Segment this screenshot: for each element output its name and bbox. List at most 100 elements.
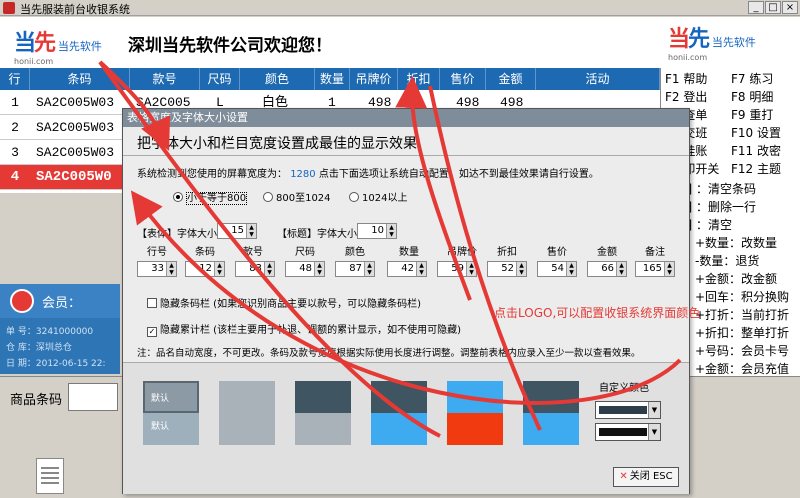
shortcut-f8[interactable]: F8 明细 — [731, 88, 773, 105]
spinner-arrows-icon[interactable]: ▲ ▼ — [416, 262, 426, 276]
document-icon[interactable] — [36, 458, 64, 494]
dropdown-arrow-icon[interactable]: ▼ — [648, 402, 660, 418]
color-bar — [599, 406, 647, 414]
col-header-style[interactable]: 款号 — [130, 68, 200, 90]
col-width-spinner[interactable]: 59 ▲ ▼ — [437, 261, 477, 277]
col-width-spinner[interactable]: 87 ▲ ▼ — [335, 261, 375, 277]
spinner-arrows-icon[interactable]: ▲ ▼ — [166, 262, 176, 276]
close-button[interactable]: × — [782, 1, 798, 14]
custom-color-select-1[interactable]: ▼ — [595, 401, 661, 419]
spinner-arrows-icon[interactable]: ▲ ▼ — [664, 262, 674, 276]
custom-color-select-2[interactable]: ▼ — [595, 423, 661, 441]
radio-label: 小于等于800 — [186, 192, 248, 205]
logo-mark-right-a: 当 — [668, 26, 690, 52]
col-width-label: 条码 — [195, 247, 215, 258]
theme-swatch-slate[interactable] — [295, 381, 351, 445]
theme-swatch-default[interactable]: 默认 默认 — [143, 381, 199, 445]
title-font-spinner[interactable]: 10 ▲ ▼ — [357, 223, 397, 239]
theme-swatch-blue-red[interactable] — [447, 381, 503, 445]
col-width-value: 83 — [249, 263, 262, 274]
color-theme-area: 默认 默认 自定义颜色 ▼ ▼ ✕ 关闭 ESC — [123, 362, 689, 494]
shortcut-line: +金额：会员充值 — [695, 362, 790, 376]
welcome-text: 深圳当先软件公司欢迎您！ — [128, 36, 332, 56]
col-width-spinner[interactable]: 54 ▲ ▼ — [537, 261, 577, 277]
col-header-row[interactable]: 行 — [0, 68, 30, 90]
shortcut-f10[interactable]: F10 设置 — [731, 124, 781, 141]
close-esc-button[interactable]: ✕ 关闭 ESC — [613, 467, 679, 487]
member-store: 仓 库：深圳总仓 — [6, 340, 72, 353]
col-width-spinner[interactable]: 12 ▲ ▼ — [185, 261, 225, 277]
theme-swatch-slate-blue[interactable] — [371, 381, 427, 445]
col-width-spinner[interactable]: 66 ▲ ▼ — [587, 261, 627, 277]
col-header-tag-price[interactable]: 吊牌价 — [350, 68, 398, 90]
shortcut-f1[interactable]: F1 帮助 — [665, 70, 707, 87]
shortcut-f7[interactable]: F7 练习 — [731, 70, 773, 87]
swatch-top — [371, 381, 427, 413]
col-width-label: 数量 — [399, 247, 419, 258]
col-header-qty[interactable]: 数量 — [315, 68, 350, 90]
swatch-label: 默认 — [151, 422, 170, 432]
dialog-note: 注：品名自动宽度，不可更改。条码及款号宽度根据实际使用长度进行调整。调整前表格内… — [137, 348, 641, 359]
shortcut-line: [ ] ：清空条码 — [679, 182, 756, 196]
col-header-activity[interactable]: 活动 — [536, 68, 660, 90]
col-width-spinner[interactable]: 48 ▲ ▼ — [285, 261, 325, 277]
radio-dot — [349, 192, 359, 202]
checkbox-box — [147, 298, 157, 308]
shortcut-f2[interactable]: F2 登出 — [665, 88, 707, 105]
shortcut-f9[interactable]: F9 重打 — [731, 106, 773, 123]
radio-1024-up[interactable]: 1024以上 — [349, 189, 407, 204]
spinner-arrows-icon[interactable]: ▲ ▼ — [386, 224, 396, 238]
spinner-arrows-icon[interactable]: ▲ ▼ — [516, 262, 526, 276]
spinner-arrows-icon[interactable]: ▲ ▼ — [246, 224, 256, 238]
hide-total-checkbox[interactable]: ✓ 隐藏累计栏 (该栏主要用于补退、调额的累计显示，如不使用可隐藏) — [147, 321, 461, 337]
col-header-discount[interactable]: 折扣 — [398, 68, 440, 90]
col-width-spinner[interactable]: 165 ▲ ▼ — [635, 261, 675, 277]
row-barcode: SA2C005W0 — [36, 169, 112, 185]
maximize-button[interactable]: □ — [765, 1, 781, 14]
col-width-label: 吊牌价 — [447, 247, 477, 258]
spinner-arrows-icon[interactable]: ▲ ▼ — [264, 262, 274, 276]
app-icon — [3, 2, 15, 14]
shortcut-f12[interactable]: F12 主题 — [731, 160, 781, 177]
swatch-top — [295, 381, 351, 413]
theme-swatch-dark-blue[interactable] — [523, 381, 579, 445]
app-header: 当先 当先软件 honii.com 深圳当先软件公司欢迎您！ 当先 当先软件 h… — [0, 17, 800, 68]
spinner-arrows-icon[interactable]: ▲ ▼ — [566, 262, 576, 276]
hide-barcode-checkbox[interactable]: 隐藏条码栏 (如果您识别商品主要以款号，可以隐藏条码栏) — [147, 295, 421, 310]
swatch-top — [523, 381, 579, 413]
col-width-label: 尺码 — [295, 247, 315, 258]
dropdown-arrow-icon[interactable]: ▼ — [648, 424, 660, 440]
col-width-spinner[interactable]: 33 ▲ ▼ — [137, 261, 177, 277]
logo-mark-a: 当 — [14, 30, 36, 56]
col-width-spinner[interactable]: 42 ▲ ▼ — [387, 261, 427, 277]
col-header-price[interactable]: 售价 — [440, 68, 486, 90]
col-header-barcode[interactable]: 条码 — [30, 68, 130, 90]
screen-width-text: 系统检测到您使用的屏幕宽度为： 1280 点击下面选项让系统自动配置，如达不到最… — [137, 165, 599, 180]
spinner-arrows-icon[interactable]: ▲ ▼ — [616, 262, 626, 276]
swatch-bottom — [295, 413, 351, 445]
col-width-spinner[interactable]: 83 ▲ ▼ — [235, 261, 275, 277]
shortcut-f11[interactable]: F11 改密 — [731, 142, 781, 159]
col-width-label: 款号 — [243, 247, 263, 258]
spinner-arrows-icon[interactable]: ▲ ▼ — [466, 262, 476, 276]
col-header-amount[interactable]: 金额 — [486, 68, 536, 90]
spinner-arrows-icon[interactable]: ▲ ▼ — [214, 262, 224, 276]
radio-800[interactable]: 小于等于800 — [173, 189, 248, 205]
theme-swatch-gray[interactable] — [219, 381, 275, 445]
barcode-input[interactable] — [68, 383, 118, 411]
body-font-label: 【表体】字体大小 — [137, 229, 217, 240]
spinner-arrows-icon[interactable]: ▲ ▼ — [314, 262, 324, 276]
logo-right[interactable]: 当先 当先软件 honii.com — [668, 21, 756, 62]
row-barcode: SA2C005W03 — [36, 95, 115, 110]
col-header-color[interactable]: 颜色 — [240, 68, 315, 90]
spinner-arrows-icon[interactable]: ▲ ▼ — [364, 262, 374, 276]
minimize-button[interactable]: _ — [748, 1, 764, 14]
col-header-size[interactable]: 尺码 — [200, 68, 240, 90]
member-avatar-icon[interactable] — [10, 289, 34, 313]
radio-800-1024[interactable]: 800至1024 — [263, 189, 331, 204]
col-width-spinner[interactable]: 52 ▲ ▼ — [487, 261, 527, 277]
logo-left[interactable]: 当先 当先软件 honii.com — [14, 25, 102, 66]
member-date-value: 2012-06-15 22: — [35, 359, 106, 369]
body-font-spinner[interactable]: 15 ▲ ▼ — [217, 223, 257, 239]
logo-url: honii.com — [14, 57, 54, 66]
